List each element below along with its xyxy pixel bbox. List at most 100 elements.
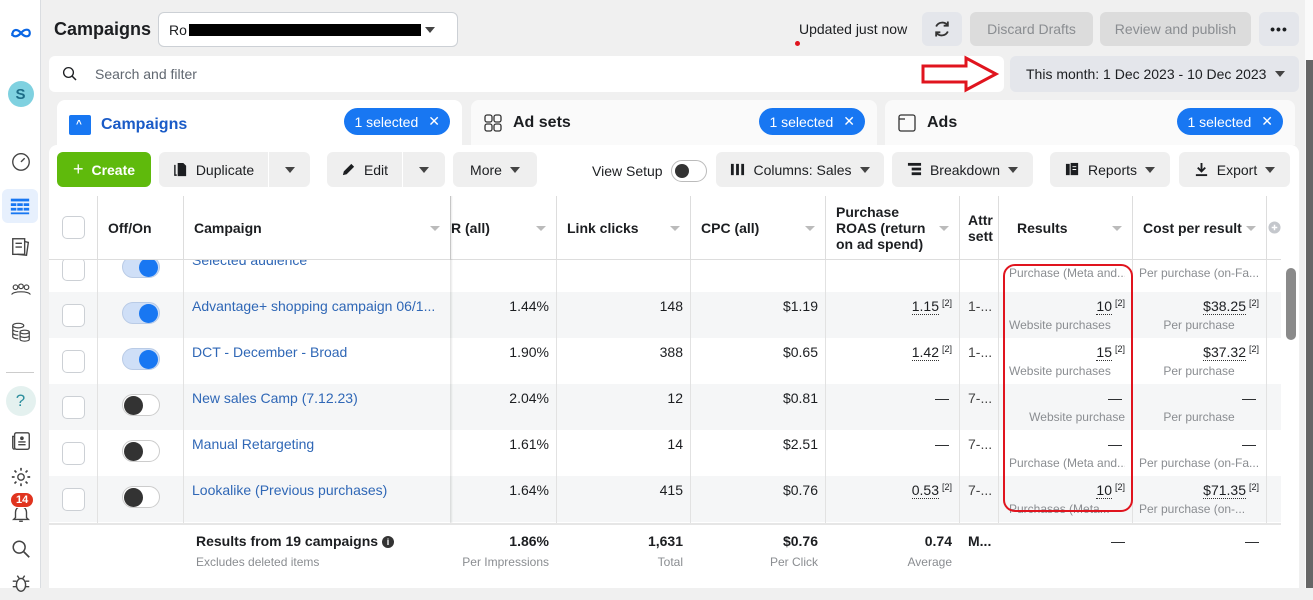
add-column-button[interactable]: [1267, 196, 1281, 260]
results-value[interactable]: 10: [1096, 482, 1112, 499]
tab-campaigns[interactable]: Campaigns 1 selected ✕: [57, 100, 462, 150]
sort-icon[interactable]: [939, 226, 949, 231]
search-nav-icon[interactable]: [0, 532, 41, 566]
campaign-toggle[interactable]: [122, 440, 160, 462]
ad-account-select[interactable]: Ro: [158, 12, 458, 47]
ctr-cell: 1.90%: [509, 344, 549, 360]
clear-selection-icon[interactable]: ✕: [428, 113, 440, 130]
cost-per-result-value[interactable]: $37.32: [1203, 344, 1246, 361]
table-row[interactable]: Manual Retargeting 1.61% 14 $2.51 — 7-... — Pur…: [49, 430, 1281, 476]
campaigns-table-icon[interactable]: [2, 189, 38, 223]
settings-gear-icon[interactable]: [0, 460, 41, 494]
meta-logo-icon[interactable]: [0, 16, 41, 50]
view-setup-toggle[interactable]: View Setup: [592, 160, 707, 182]
review-and-publish-button[interactable]: Review and publish: [1100, 12, 1251, 46]
help-icon[interactable]: ?: [0, 384, 41, 418]
attribution-cell: 7-...: [968, 390, 993, 406]
header-attribution[interactable]: Attr sett: [960, 196, 999, 260]
campaign-toggle[interactable]: [122, 486, 160, 508]
export-button[interactable]: Export: [1179, 152, 1290, 187]
roas-value[interactable]: 0.53: [911, 482, 939, 499]
row-checkbox[interactable]: [62, 442, 85, 465]
campaign-name-link[interactable]: New sales Camp (7.12.23): [192, 390, 358, 406]
row-checkbox[interactable]: [62, 396, 85, 419]
campaign-toggle[interactable]: [122, 302, 160, 324]
header-results[interactable]: Results: [999, 196, 1133, 260]
ads-selected-pill[interactable]: 1 selected ✕: [1177, 108, 1283, 135]
row-checkbox[interactable]: [62, 350, 85, 373]
edit-button[interactable]: Edit: [327, 152, 402, 187]
header-roas[interactable]: Purchase ROAS (return on ad spend): [826, 196, 960, 260]
tab-ad-sets[interactable]: Ad sets 1 selected ✕: [471, 100, 877, 145]
chevron-down-icon: [859, 166, 870, 173]
more-options-button[interactable]: •••: [1259, 12, 1299, 46]
header-cpc[interactable]: CPC (all): [691, 196, 826, 260]
roas-footnote: [2]: [941, 344, 952, 354]
clear-selection-icon[interactable]: ✕: [843, 113, 855, 130]
roas-value[interactable]: 1.15: [911, 298, 939, 315]
campaign-toggle[interactable]: [122, 394, 160, 416]
results-value[interactable]: 15: [1096, 344, 1112, 361]
create-button[interactable]: + Create: [57, 152, 151, 187]
table-vertical-scrollbar[interactable]: [1286, 268, 1296, 340]
link-clicks-cell: 388: [659, 344, 683, 360]
view-setup-switch[interactable]: [670, 160, 707, 182]
header-link-clicks[interactable]: Link clicks: [557, 196, 691, 260]
dashboard-gauge-icon[interactable]: [0, 144, 41, 178]
cost-per-result-value[interactable]: $71.35: [1203, 482, 1246, 499]
avatar[interactable]: S: [0, 77, 41, 111]
summary-value: $0.76: [782, 533, 818, 549]
campaign-name-link[interactable]: Manual Retargeting: [192, 436, 314, 452]
cost-per-result-value[interactable]: $38.25: [1203, 298, 1246, 315]
header-ctr[interactable]: R (all): [451, 196, 557, 260]
duplicate-button[interactable]: Duplicate: [159, 152, 268, 187]
select-all-checkbox[interactable]: [62, 216, 85, 239]
header-campaign[interactable]: Campaign: [184, 196, 451, 260]
row-checkbox[interactable]: [62, 258, 85, 281]
billing-coins-icon[interactable]: [0, 315, 41, 349]
discard-drafts-button[interactable]: Discard Drafts: [970, 12, 1093, 46]
results-value[interactable]: 10: [1096, 298, 1112, 315]
duplicate-dropdown-button[interactable]: [269, 152, 310, 187]
campaign-name-link[interactable]: DCT - December - Broad: [192, 344, 347, 360]
search-filter-bar[interactable]: [49, 56, 1004, 92]
table-row[interactable]: Lookalike (Previous purchases) 1.64% 415 $0…: [49, 476, 1281, 522]
sort-icon[interactable]: [1112, 226, 1122, 231]
sort-icon[interactable]: [1246, 226, 1256, 231]
campaign-name-link[interactable]: Lookalike (Previous purchases): [192, 482, 387, 498]
refresh-button[interactable]: [922, 12, 962, 46]
campaigns-selected-pill[interactable]: 1 selected ✕: [344, 108, 450, 135]
info-icon[interactable]: i: [382, 536, 395, 549]
breakdown-button[interactable]: Breakdown: [892, 152, 1033, 187]
table-row[interactable]: Selected audience7-...Purchase (Meta and…: [49, 246, 1281, 292]
sort-icon[interactable]: [805, 226, 815, 231]
campaign-toggle[interactable]: [122, 348, 160, 370]
more-button[interactable]: More: [453, 152, 537, 187]
table-row[interactable]: New sales Camp (7.12.23) 2.04% 12 $0.81 — 7-.…: [49, 384, 1281, 430]
audiences-icon[interactable]: [0, 273, 41, 307]
news-icon[interactable]: [0, 424, 41, 458]
sort-icon[interactable]: [430, 226, 440, 231]
campaign-name-link[interactable]: Advantage+ shopping campaign 06/1...: [192, 298, 435, 314]
table-row[interactable]: DCT - December - Broad 1.90% 388 $0.65 1.42[…: [49, 338, 1281, 384]
table-row[interactable]: Advantage+ shopping campaign 06/1... 1.44…: [49, 292, 1281, 338]
bug-report-icon[interactable]: [0, 566, 41, 600]
sort-icon[interactable]: [536, 226, 546, 231]
search-input[interactable]: [93, 65, 893, 83]
row-checkbox[interactable]: [62, 488, 85, 511]
columns-button[interactable]: Columns: Sales: [716, 152, 884, 187]
pages-icon[interactable]: [0, 230, 41, 264]
sort-icon[interactable]: [670, 226, 680, 231]
row-checkbox[interactable]: [62, 304, 85, 327]
header-cost-per-result[interactable]: Cost per result: [1133, 196, 1267, 260]
edit-dropdown-button[interactable]: [403, 152, 445, 187]
ad-sets-selected-pill[interactable]: 1 selected ✕: [759, 108, 865, 135]
clear-selection-icon[interactable]: ✕: [1261, 113, 1273, 130]
roas-value[interactable]: 1.42: [911, 344, 939, 361]
header-off-on[interactable]: Off/On: [98, 196, 184, 260]
page-scrollbar[interactable]: [1306, 60, 1313, 588]
reports-button[interactable]: Reports: [1050, 152, 1170, 187]
tab-ads[interactable]: Ads 1 selected ✕: [885, 100, 1295, 145]
date-range-picker[interactable]: This month: 1 Dec 2023 - 10 Dec 2023: [1010, 56, 1299, 92]
notifications-bell-icon[interactable]: 14: [0, 492, 41, 530]
